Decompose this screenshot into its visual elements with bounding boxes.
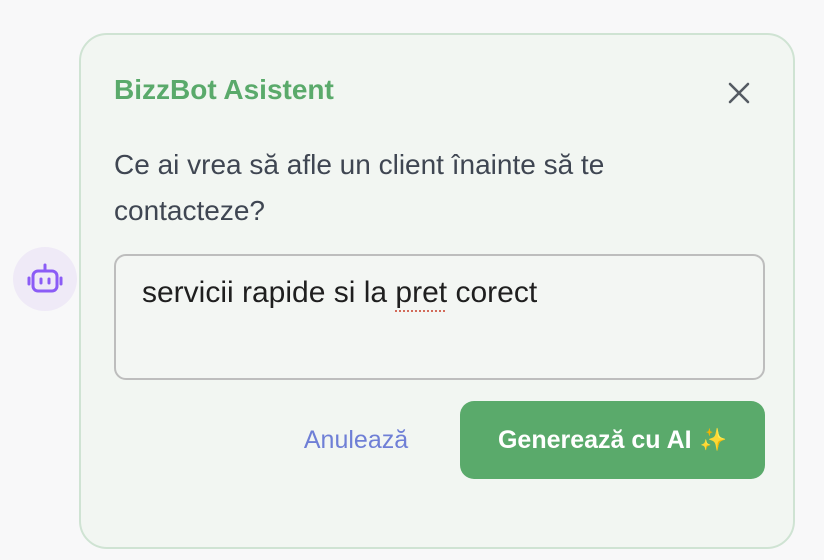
answer-text-end: corect xyxy=(447,276,538,309)
close-icon xyxy=(728,82,750,104)
panel-title: BizzBot Asistent xyxy=(114,74,334,105)
cancel-button[interactable]: Anulează xyxy=(271,401,441,479)
answer-input[interactable]: servicii rapide si la pret corect xyxy=(114,254,765,380)
bot-avatar[interactable] xyxy=(13,247,77,311)
generate-ai-button[interactable]: Generează cu AI ✨ xyxy=(460,401,765,479)
robot-icon xyxy=(27,263,63,293)
close-button[interactable] xyxy=(721,75,757,111)
question-text: Ce ai vrea să afle un client înainte să … xyxy=(114,149,605,226)
assistant-panel: BizzBot Asistent Ce ai vrea să afle un c… xyxy=(79,33,795,549)
answer-text-start: servicii rapide si la xyxy=(142,276,396,309)
sparkles-icon: ✨ xyxy=(699,427,727,452)
generate-label: Generează cu AI xyxy=(497,425,692,454)
answer-misspelled-word: pret xyxy=(395,276,448,309)
